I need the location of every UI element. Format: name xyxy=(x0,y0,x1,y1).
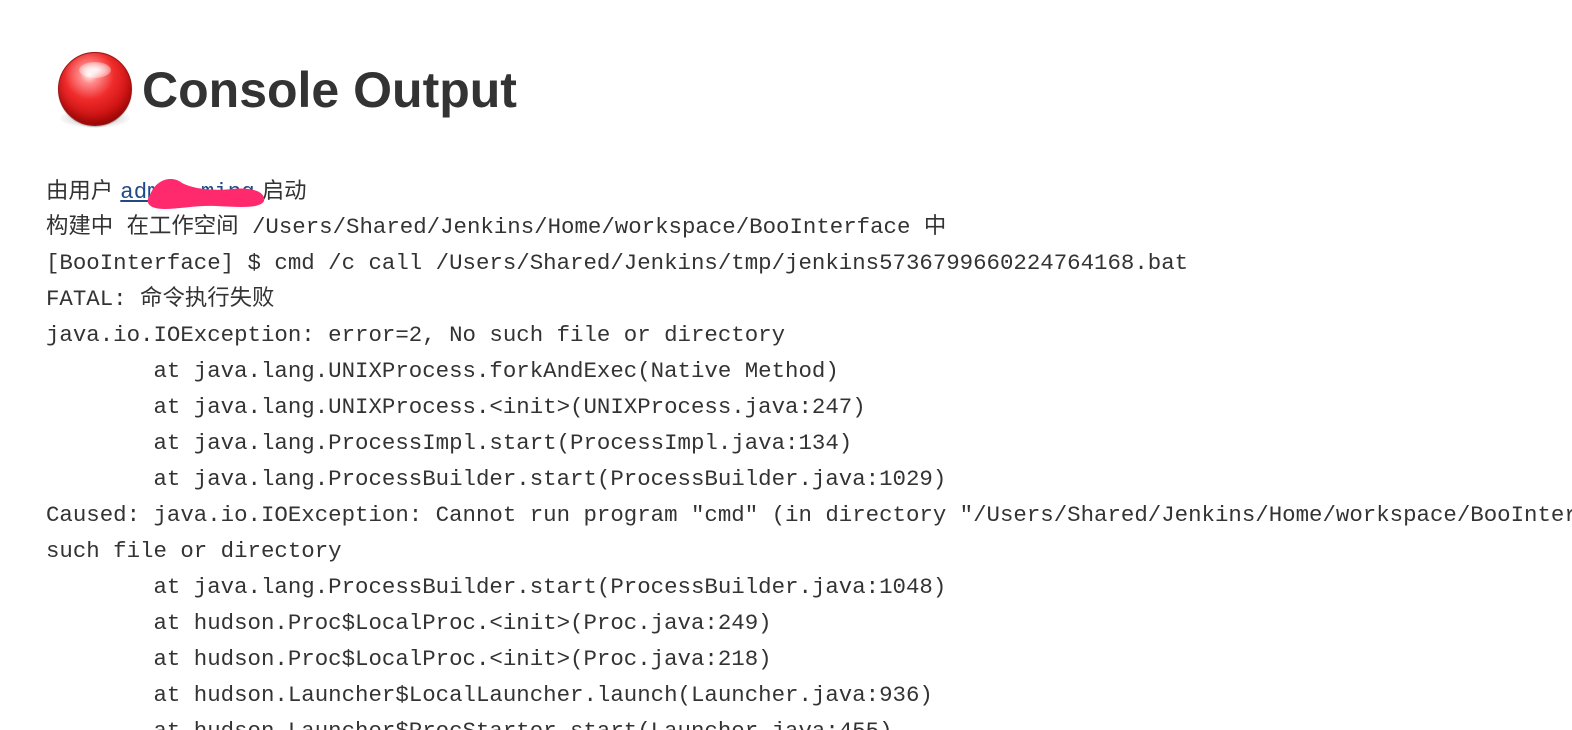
ball-highlight xyxy=(79,62,111,78)
user-link[interactable]: admin.ming xyxy=(120,179,254,205)
console-line: FATAL: 命令执行失败 xyxy=(46,286,275,312)
console-line: at java.lang.ProcessImpl.start(ProcessIm… xyxy=(46,430,853,456)
console-line: at java.lang.UNIXProcess.<init>(UNIXProc… xyxy=(46,394,866,420)
console-line: at hudson.Proc$LocalProc.<init>(Proc.jav… xyxy=(46,610,772,636)
console-line: at java.lang.UNIXProcess.forkAndExec(Nat… xyxy=(46,358,839,384)
started-by-prefix: 由用户 xyxy=(46,178,121,204)
console-output-page: Console Output 由用户 admin.ming 启动构建中 在工作空… xyxy=(0,0,1572,730)
console-line: such file or directory xyxy=(46,538,342,564)
console-line: Caused: java.io.IOException: Cannot run … xyxy=(46,502,1572,528)
console-line: at hudson.Launcher$LocalLauncher.launch(… xyxy=(46,682,933,708)
red-ball-icon xyxy=(56,50,134,130)
console-line: 构建中 在工作空间 /Users/Shared/Jenkins/Home/wor… xyxy=(46,214,947,240)
ball-body xyxy=(58,52,132,126)
started-by-suffix: 启动 xyxy=(254,178,307,204)
console-log: 由用户 admin.ming 启动构建中 在工作空间 /Users/Shared… xyxy=(46,173,1572,730)
console-line: at java.lang.ProcessBuilder.start(Proces… xyxy=(46,466,947,492)
console-line: at java.lang.ProcessBuilder.start(Proces… xyxy=(46,574,947,600)
console-line: java.io.IOException: error=2, No such fi… xyxy=(46,322,786,348)
console-line: [BooInterface] $ cmd /c call /Users/Shar… xyxy=(46,250,1189,276)
console-line: at hudson.Proc$LocalProc.<init>(Proc.jav… xyxy=(46,646,772,672)
console-line: at hudson.Launcher$ProcStarter.start(Lau… xyxy=(46,713,1572,730)
page-heading: Console Output xyxy=(56,48,517,132)
console-line-started-by: 由用户 admin.ming 启动 xyxy=(46,173,1572,209)
page-title: Console Output xyxy=(142,62,517,118)
